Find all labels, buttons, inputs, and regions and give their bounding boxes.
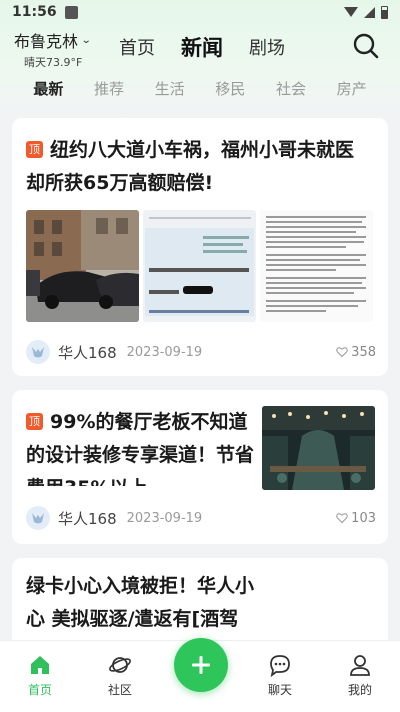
notification-icon (64, 5, 78, 19)
tab-news[interactable]: 新闻 (181, 32, 223, 62)
location-selector[interactable]: 布鲁克林 ⌄ 晴天73.9°F (14, 28, 92, 70)
status-time: 11:56 (12, 4, 57, 20)
category-real-estate[interactable]: 房产 (337, 78, 367, 102)
news-title-block: 顶99%的餐厅老板不知道的设计装修专享渠道！节省费用35%以上 (26, 406, 254, 486)
publish-date: 2023-09-19 (126, 344, 203, 360)
bottom-nav-chat[interactable]: 聊天 (250, 653, 310, 698)
bottom-nav-home[interactable]: 首页 (10, 653, 70, 698)
city-name: 布鲁克林 (14, 32, 79, 51)
bottom-nav-profile[interactable]: 我的 (330, 653, 390, 698)
author-name[interactable]: 华人168 (58, 508, 117, 529)
planet-icon (109, 657, 131, 673)
pinned-badge: 顶 (26, 413, 43, 430)
bottom-nav-label: 社区 (107, 683, 132, 697)
wifi-icon (344, 7, 358, 17)
add-post-button[interactable] (174, 638, 228, 692)
author-avatar[interactable] (26, 506, 50, 530)
news-title: 绿卡小心入境被拒！华人小心 美拟驱逐/遣返有[酒驾纪 (26, 575, 255, 642)
search-button[interactable] (352, 32, 380, 60)
top-nav-tabs: 首页 新闻 剧场 (119, 32, 285, 62)
search-icon (353, 33, 379, 59)
news-feed: 顶纽约八大道小车祸，福州小哥未就医却所获65万高额赔偿! 华人168 2023-… (0, 118, 400, 642)
like-count[interactable]: 358 (336, 345, 376, 360)
app-header: 布鲁克林 ⌄ 晴天73.9°F 首页 新闻 剧场 (0, 28, 400, 70)
profile-icon (350, 655, 370, 676)
bottom-nav-label: 首页 (27, 683, 52, 697)
bottom-nav-community[interactable]: 社区 (90, 653, 150, 698)
news-card[interactable]: 顶纽约八大道小车祸，福州小哥未就医却所获65万高额赔偿! 华人168 2023-… (12, 118, 388, 376)
signal-icon (364, 6, 375, 18)
news-image-row (26, 210, 373, 322)
publish-date: 2023-09-19 (126, 510, 203, 526)
tab-home[interactable]: 首页 (119, 34, 155, 60)
street-accident-photo[interactable] (26, 210, 139, 322)
category-latest[interactable]: 最新 (33, 78, 63, 102)
legal-document-photo[interactable] (260, 210, 373, 322)
like-count-value: 358 (351, 344, 376, 360)
home-icon (31, 656, 49, 674)
status-bar: 11:56 (0, 0, 400, 24)
pinned-badge: 顶 (26, 141, 43, 158)
plus-icon (192, 656, 210, 674)
category-immigration[interactable]: 移民 (215, 78, 245, 102)
chevron-down-icon: ⌄ (80, 34, 92, 46)
like-count-value: 103 (351, 510, 376, 526)
category-society[interactable]: 社会 (276, 78, 306, 102)
news-card[interactable]: 顶99%的餐厅老板不知道的设计装修专享渠道！节省费用35%以上 (12, 390, 388, 544)
chat-icon (270, 655, 290, 677)
author-name[interactable]: 华人168 (58, 342, 117, 363)
battery-icon (381, 5, 388, 19)
tab-theater[interactable]: 剧场 (249, 34, 285, 60)
check-document-photo[interactable] (143, 210, 256, 322)
news-meta: 华人168 2023-09-19 358 (26, 340, 376, 364)
author-avatar[interactable] (26, 340, 50, 364)
weather-text: 晴天73.9°F (24, 56, 83, 69)
restaurant-interior-photo[interactable] (262, 406, 375, 490)
category-life[interactable]: 生活 (155, 78, 185, 102)
news-title: 99%的餐厅老板不知道的设计装修专享渠道！节省费用35%以上 (26, 411, 254, 486)
news-title-block: 顶纽约八大道小车祸，福州小哥未就医却所获65万高额赔偿! (26, 134, 366, 200)
news-card[interactable]: 绿卡小心入境被拒！华人小心 美拟驱逐/遣返有[酒驾纪 (12, 558, 388, 642)
bottom-nav-label: 我的 (347, 683, 372, 697)
bottom-nav-label: 聊天 (267, 683, 292, 697)
news-meta: 华人168 2023-09-19 103 (26, 506, 376, 530)
heart-icon (336, 513, 348, 524)
heart-icon (336, 347, 348, 358)
category-recommended[interactable]: 推荐 (94, 78, 124, 102)
category-tabs: 最新 推荐 生活 移民 社会 房产 (0, 78, 400, 102)
news-title: 纽约八大道小车祸，福州小哥未就医却所获65万高额赔偿! (26, 139, 355, 194)
like-count[interactable]: 103 (336, 511, 376, 526)
